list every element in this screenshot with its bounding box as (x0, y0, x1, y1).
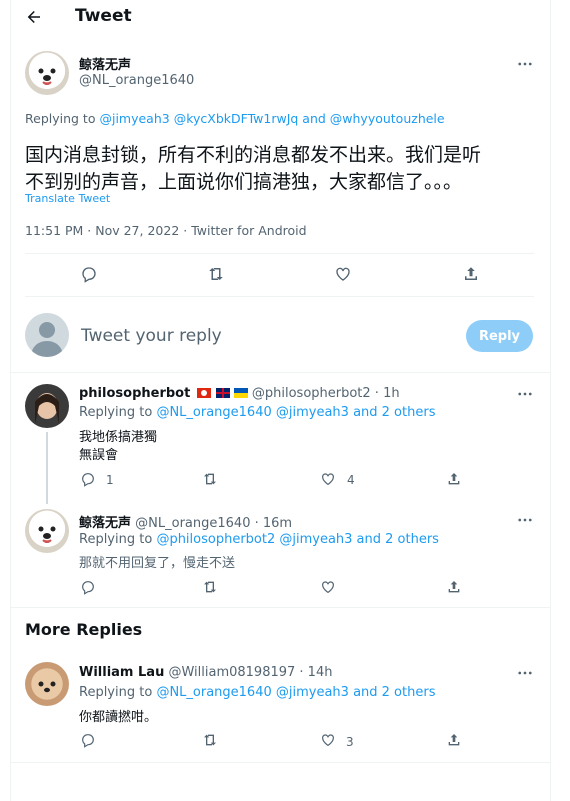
handle[interactable]: @philosopherbot2 · 1h (252, 386, 400, 401)
replying-to: Replying to @NL_orange1640 @jimyeah3 and… (79, 405, 435, 420)
reply-icon[interactable] (80, 579, 96, 595)
reply-thread-line (46, 432, 48, 504)
composer-avatar[interactable] (25, 313, 69, 357)
share-icon[interactable] (446, 579, 462, 595)
retweet-icon[interactable] (201, 579, 219, 595)
retweet-icon[interactable] (201, 471, 219, 487)
replying-to: Replying to @philosopherbot2 @jimyeah3 a… (79, 532, 439, 547)
tweet-text-line2: 不到别的声音，上面说你们搞港独，大家都信了。。。 (25, 171, 463, 193)
replying-to: Replying to @NL_orange1640 @jimyeah3 and… (79, 685, 435, 700)
share-icon[interactable] (446, 471, 462, 487)
reply-icon[interactable] (80, 732, 96, 748)
divider (10, 607, 550, 608)
handle[interactable]: @NL_orange1640 · 16m (135, 516, 292, 531)
more-options-icon[interactable] (516, 664, 534, 682)
share-icon[interactable] (462, 265, 480, 283)
more-replies-heading: More Replies (25, 620, 143, 639)
avatar[interactable] (25, 662, 69, 706)
replying-users[interactable]: @NL_orange1640 @jimyeah3 and 2 others (156, 405, 435, 420)
page-title: Tweet (75, 6, 132, 26)
reply-text-line1: 我地係搞港獨 (79, 430, 158, 445)
handle[interactable]: @William08198197 · 14h (168, 665, 332, 680)
avatar[interactable] (25, 509, 69, 553)
reply-icon[interactable] (80, 471, 96, 487)
retweet-icon[interactable] (206, 265, 226, 283)
reply-icon[interactable] (80, 265, 98, 283)
more-options-icon[interactable] (516, 55, 534, 73)
back-arrow-icon[interactable] (25, 8, 43, 26)
divider (25, 296, 534, 297)
like-count: 3 (346, 735, 354, 749)
flag-hk-icon (197, 388, 212, 398)
reply-count: 1 (106, 473, 114, 487)
retweet-icon[interactable] (201, 732, 219, 748)
tweet-timestamp[interactable]: 11:51 PM · Nov 27, 2022 · Twitter for An… (25, 223, 307, 238)
replying-label: Replying to (79, 685, 153, 700)
more-options-icon[interactable] (516, 511, 534, 529)
replying-users[interactable]: @NL_orange1640 @jimyeah3 and 2 others (156, 685, 435, 700)
more-options-icon[interactable] (516, 385, 534, 403)
like-count: 4 (347, 473, 355, 487)
display-name[interactable]: 鲸落无声 (79, 516, 131, 531)
flag-uk-icon (215, 388, 230, 398)
reply-button[interactable]: Reply (466, 320, 533, 352)
divider (10, 762, 550, 763)
replying-to: Replying to @jimyeah3 @kycXbkDFTw1rwJq a… (25, 111, 445, 126)
replying-label: Replying to (79, 532, 153, 547)
display-name[interactable]: William Lau (79, 665, 164, 680)
replying-label: Replying to (79, 405, 153, 420)
reply-header: William Lau @William08198197 · 14h (79, 665, 332, 680)
flag-ukraine-icon (233, 388, 248, 398)
translate-link[interactable]: Translate Tweet (25, 192, 110, 205)
like-icon[interactable] (334, 265, 352, 283)
tweet-text-line1: 国内消息封锁，所有不利的消息都发不出来。我们是听 (25, 144, 482, 166)
like-icon[interactable] (320, 732, 336, 748)
like-icon[interactable] (320, 579, 336, 595)
divider (25, 253, 534, 254)
reply-input[interactable]: Tweet your reply (81, 326, 222, 346)
reply-header: 鲸落无声 @NL_orange1640 · 16m (79, 512, 292, 531)
avatar[interactable] (25, 51, 69, 95)
reply-text-line2: 無誤會 (79, 448, 119, 463)
reply-text-line1: 那就不用回复了，慢走不送 (79, 556, 236, 571)
display-name[interactable]: 鲸落无声 (79, 54, 131, 73)
display-name[interactable]: philosopherbot (79, 386, 190, 401)
share-icon[interactable] (446, 732, 462, 748)
replying-label: Replying to (25, 111, 96, 126)
replying-users[interactable]: @philosopherbot2 @jimyeah3 and 2 others (156, 532, 439, 547)
handle[interactable]: @NL_orange1640 (79, 73, 194, 88)
reply-header: philosopherbot @philosopherbot2 · 1h (79, 386, 400, 401)
like-icon[interactable] (320, 471, 336, 487)
divider (10, 372, 550, 373)
reply-text-line1: 你都讀撚咁。 (79, 710, 158, 725)
avatar[interactable] (25, 384, 69, 428)
replying-users[interactable]: @jimyeah3 @kycXbkDFTw1rwJq and @whyyouto… (99, 111, 444, 126)
